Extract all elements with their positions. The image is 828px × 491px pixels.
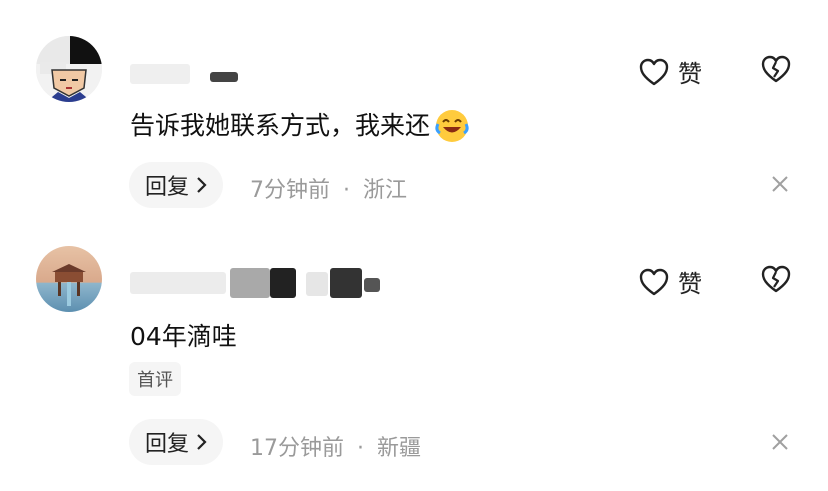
comment-text-content: 04年滴哇 (130, 322, 237, 351)
comment-meta: 7分钟前 · 浙江 (250, 172, 407, 204)
reply-label: 回复 (145, 175, 190, 200)
avatar[interactable] (36, 246, 102, 312)
dislike-button[interactable] (760, 264, 792, 298)
reply-button[interactable]: 回复 (129, 162, 224, 208)
laughing-crying-emoji-icon (434, 108, 470, 144)
heart-outline-icon (639, 268, 669, 295)
reply-button[interactable]: 回复 (129, 419, 224, 465)
dislike-button[interactable] (760, 54, 792, 88)
comment-text: 04年滴哇 (130, 320, 237, 354)
close-icon (772, 176, 788, 192)
broken-heart-icon (761, 265, 791, 293)
like-button[interactable]: 赞 (638, 264, 702, 299)
avatar[interactable] (36, 36, 102, 102)
comment-text-content: 告诉我她联系方式，我来还 (130, 111, 431, 140)
comment-location: 新疆 (377, 436, 422, 461)
comment-item: 赞 04年滴哇 首评 回复 17分钟前 · 新疆 (0, 232, 828, 491)
like-label: 赞 (678, 270, 702, 298)
comment-item: 告诉我她联系方式，我来还 赞 回复 7分钟前 · 浙江 (0, 0, 828, 230)
like-button[interactable]: 赞 (638, 54, 702, 89)
first-comment-badge: 首评 (129, 362, 181, 396)
comment-location: 浙江 (363, 178, 408, 203)
heart-outline-icon (639, 58, 669, 85)
reply-label: 回复 (145, 432, 190, 457)
meta-separator: · (357, 436, 364, 461)
like-label: 赞 (678, 60, 702, 88)
comment-time: 7分钟前 (250, 178, 330, 203)
close-icon (772, 434, 788, 450)
comment-meta: 17分钟前 · 新疆 (250, 430, 421, 462)
chevron-right-icon (197, 434, 207, 450)
chevron-right-icon (197, 177, 207, 193)
close-button[interactable] (770, 174, 790, 198)
broken-heart-icon (761, 55, 791, 83)
meta-separator: · (343, 178, 350, 203)
close-button[interactable] (770, 432, 790, 456)
comment-text: 告诉我她联系方式，我来还 (130, 108, 470, 144)
comment-time: 17分钟前 (250, 436, 344, 461)
